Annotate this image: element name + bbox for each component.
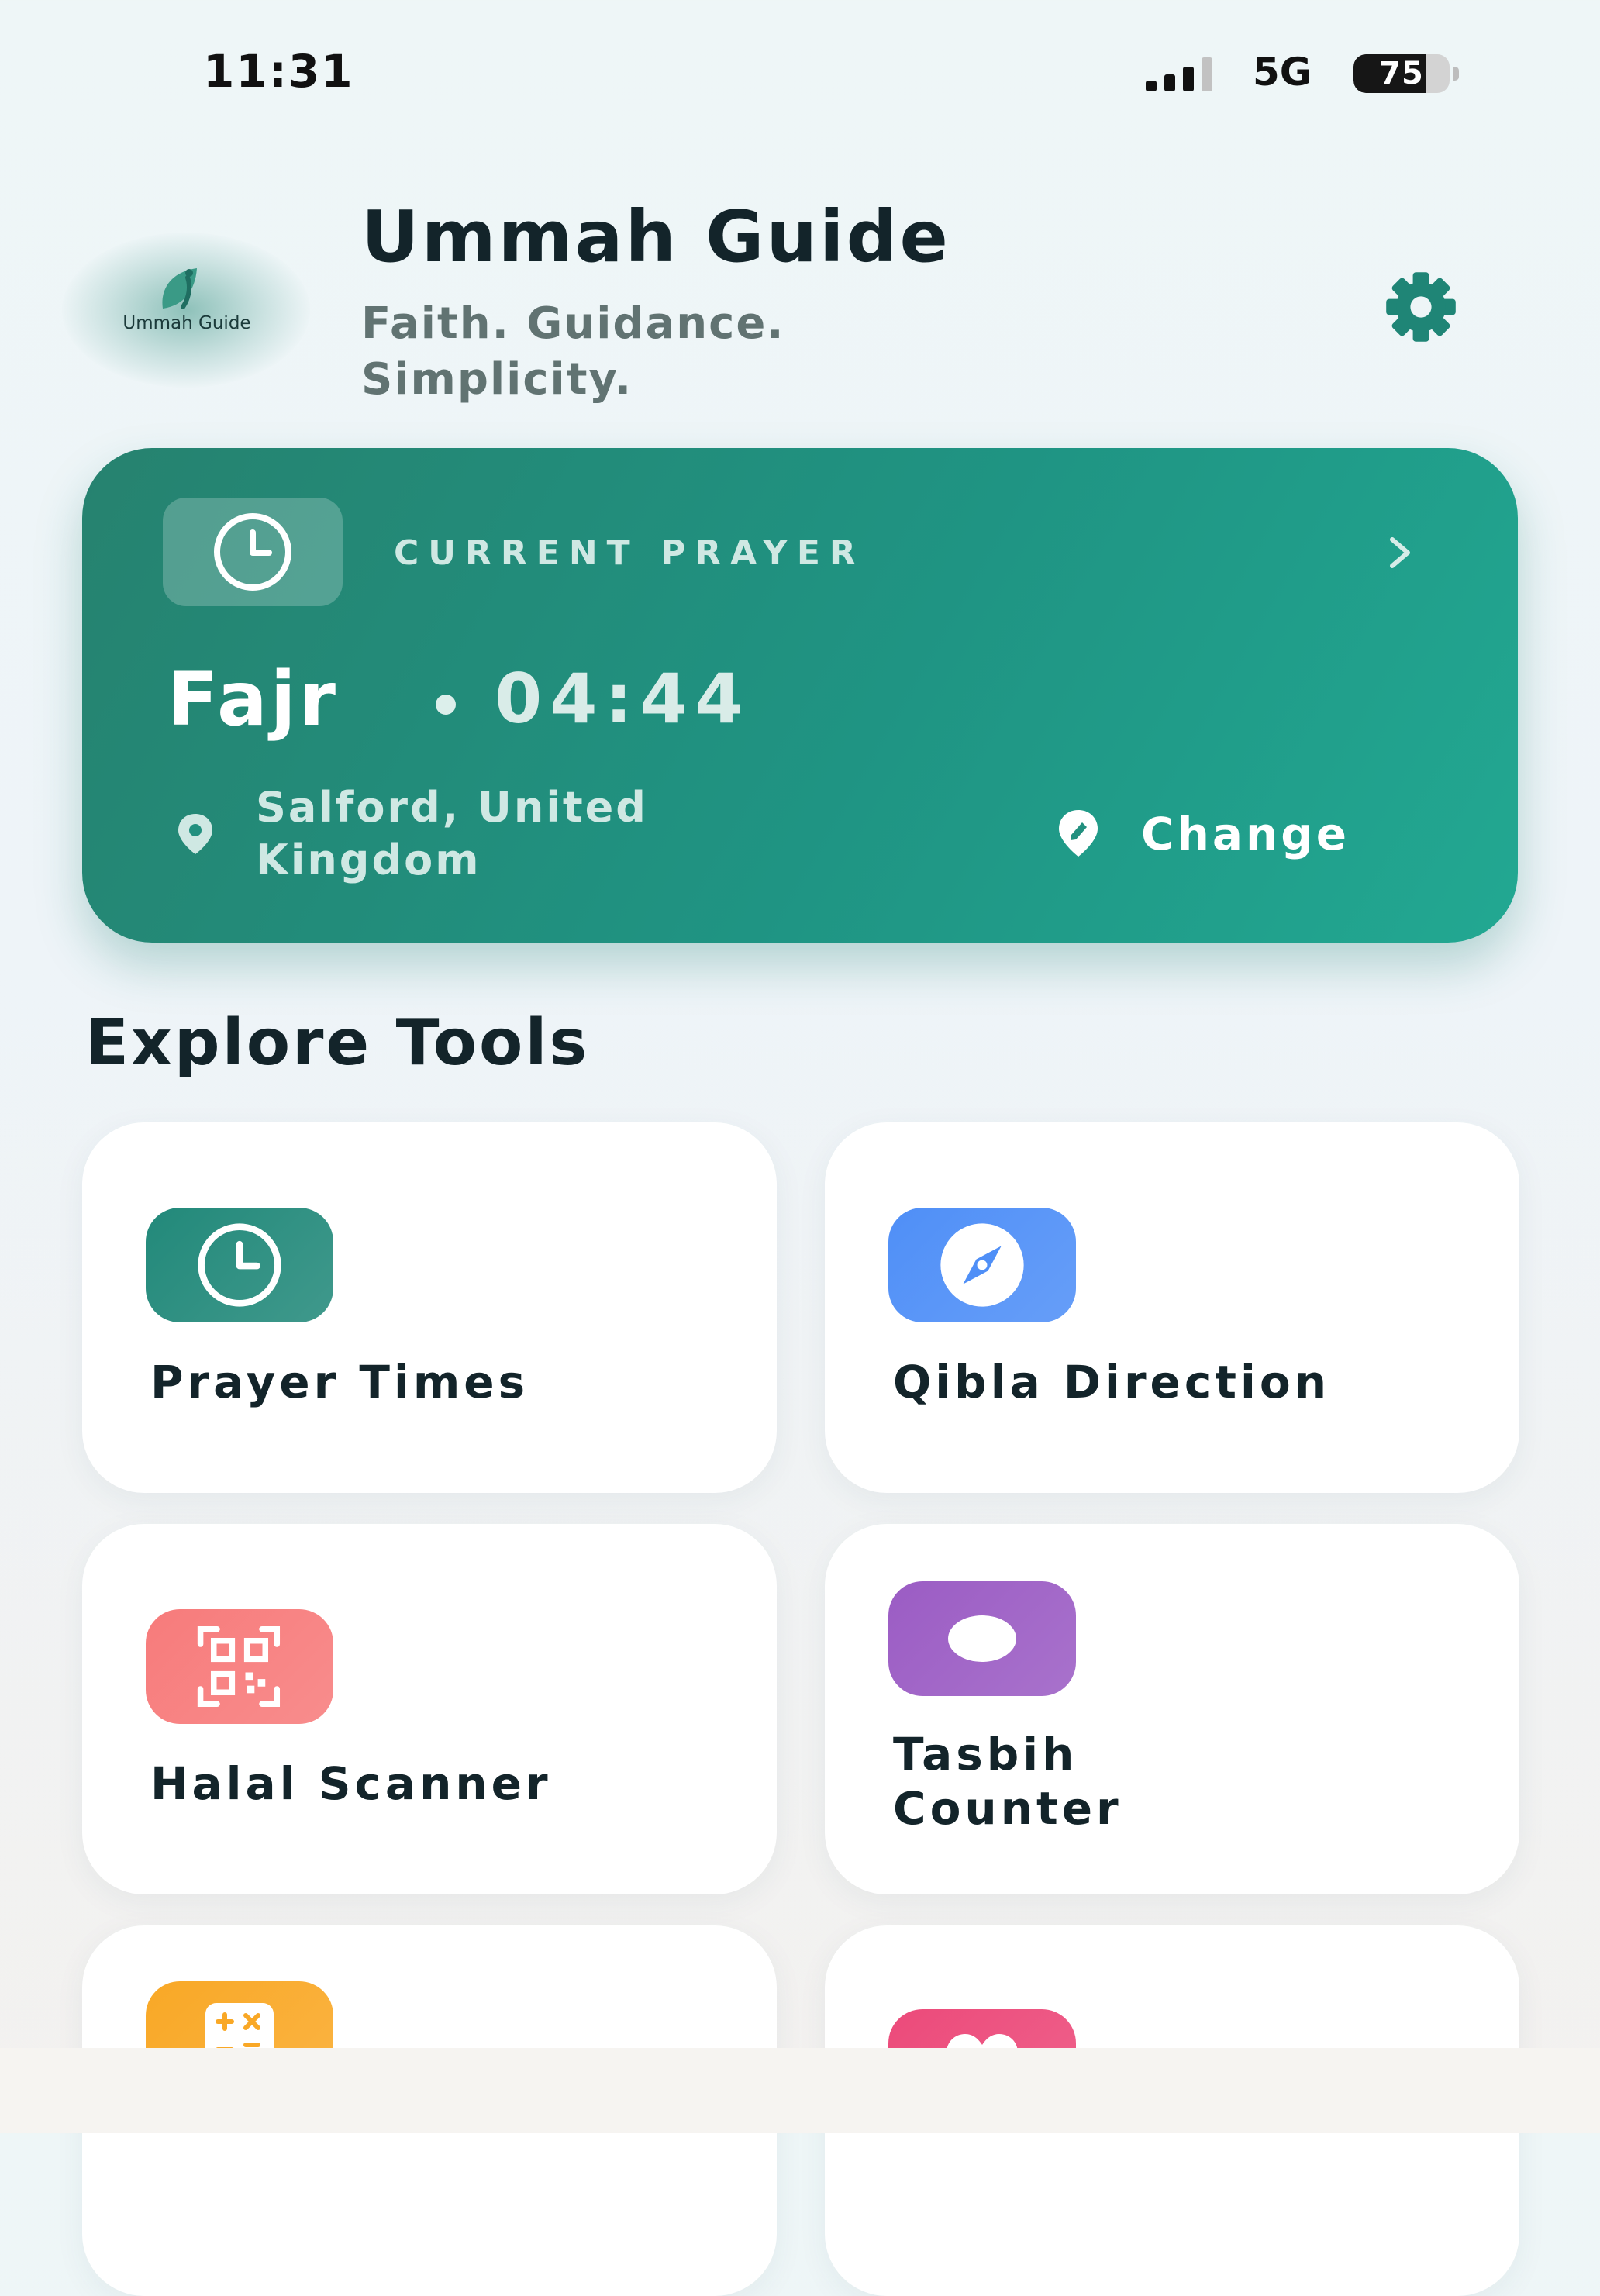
separator-dot (436, 695, 456, 715)
page-title: Ummah Guide (361, 195, 950, 278)
prayer-time: 04:44 (495, 659, 751, 739)
tool-card-halal-scanner[interactable]: Halal Scanner (82, 1524, 777, 1894)
cellular-signal-icon (1146, 57, 1212, 91)
leaf-icon (162, 268, 197, 309)
location-label: Salford, United Kingdom (256, 783, 648, 884)
location-pin-icon (178, 814, 212, 854)
current-prayer-card[interactable]: CURRENT PRAYER Fajr 04:44 Salford, Unite… (82, 448, 1518, 943)
compass-icon (940, 1223, 1024, 1307)
gear-icon (1386, 272, 1456, 342)
prayer-name: Fajr (167, 656, 339, 743)
change-label: Change (1141, 808, 1350, 860)
settings-button[interactable] (1369, 268, 1473, 346)
tasbih-icon (948, 1615, 1016, 1662)
tool-icon-badge (146, 1208, 333, 1322)
tool-label: Qibla Direction (893, 1356, 1331, 1408)
battery-icon: 75 (1353, 54, 1462, 93)
tool-label: Tasbih Counter (893, 1728, 1122, 1835)
clock-icon (214, 513, 291, 591)
section-title: Explore Tools (85, 1006, 590, 1080)
tool-label: Prayer Times (150, 1356, 529, 1408)
qr-scan-icon (197, 1625, 281, 1708)
tool-card-tasbih-counter[interactable]: Tasbih Counter (825, 1524, 1519, 1894)
tool-label: Halal Scanner (150, 1757, 552, 1810)
tool-icon-badge (888, 1581, 1076, 1696)
app-tagline: Faith. Guidance. Simplicity. (361, 298, 785, 405)
edit-location-icon (1059, 810, 1098, 857)
network-type: 5G (1253, 50, 1312, 95)
tool-icon-badge (888, 1208, 1076, 1322)
status-time: 11:31 (203, 45, 354, 98)
tool-card-prayer-times[interactable]: Prayer Times (82, 1122, 777, 1493)
prayer-clock-badge (163, 498, 343, 606)
tool-card-qibla-direction[interactable]: Qibla Direction (825, 1122, 1519, 1493)
bottom-fade (0, 2048, 1600, 2133)
logo-wordmark: Ummah Guide (122, 313, 251, 333)
change-location-button[interactable]: Change (1051, 795, 1509, 873)
battery-level: 75 (1379, 56, 1424, 91)
clock-icon (198, 1223, 281, 1307)
tool-icon-badge (146, 1609, 333, 1724)
current-prayer-heading: CURRENT PRAYER (394, 533, 865, 573)
chevron-right-icon[interactable] (1377, 526, 1423, 580)
